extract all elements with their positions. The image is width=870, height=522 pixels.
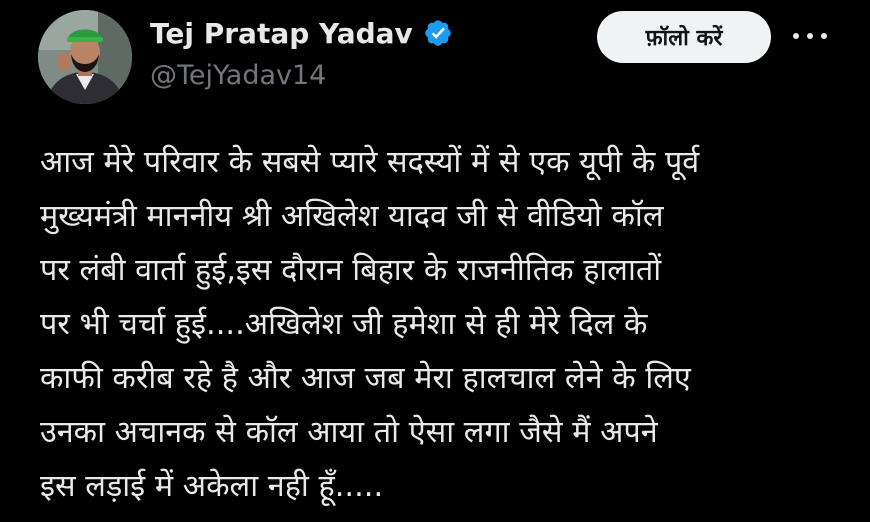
tweet-text-line: पर लंबी वार्ता हुई,इस दौरान बिहार के राज… [40,253,662,288]
author-handle[interactable]: @TejYadav14 [150,60,326,91]
tweet-text-line: उनका अचानक से कॉल आया तो ऐसा लगा जैसे मै… [40,415,658,450]
more-dot [793,33,799,39]
author-name-row: Tej Pratap Yadav [150,14,453,52]
tweet-text-line: मुख्यमंत्री माननीय श्री अखिलेश यादव जी स… [40,199,664,234]
tweet-text-line: पर भी चर्चा हुई....अखिलेश जी हमेशा से ही… [40,307,648,342]
avatar[interactable] [38,10,132,104]
tweet-card: Tej Pratap Yadav @TejYadav14 फ़ॉलो करें … [0,0,870,522]
tweet-text-line: आज मेरे परिवार के सबसे प्यारे सदस्यों मे… [40,145,700,180]
more-dot [807,33,813,39]
verified-badge-icon[interactable] [423,18,453,48]
tweet-text-line: इस लड़ाई में अकेला नही हूँ..... [40,469,384,504]
author-display-name[interactable]: Tej Pratap Yadav [150,17,413,50]
follow-button[interactable]: फ़ॉलो करें [597,11,771,63]
tweet-text-line: काफी करीब रहे है और आज जब मेरा हालचाल ले… [40,361,691,396]
avatar-photo [38,10,132,104]
tweet-text: आज मेरे परिवार के सबसे प्यारे सदस्यों मे… [40,136,860,514]
more-options-icon[interactable] [790,26,830,46]
more-dot [821,33,827,39]
